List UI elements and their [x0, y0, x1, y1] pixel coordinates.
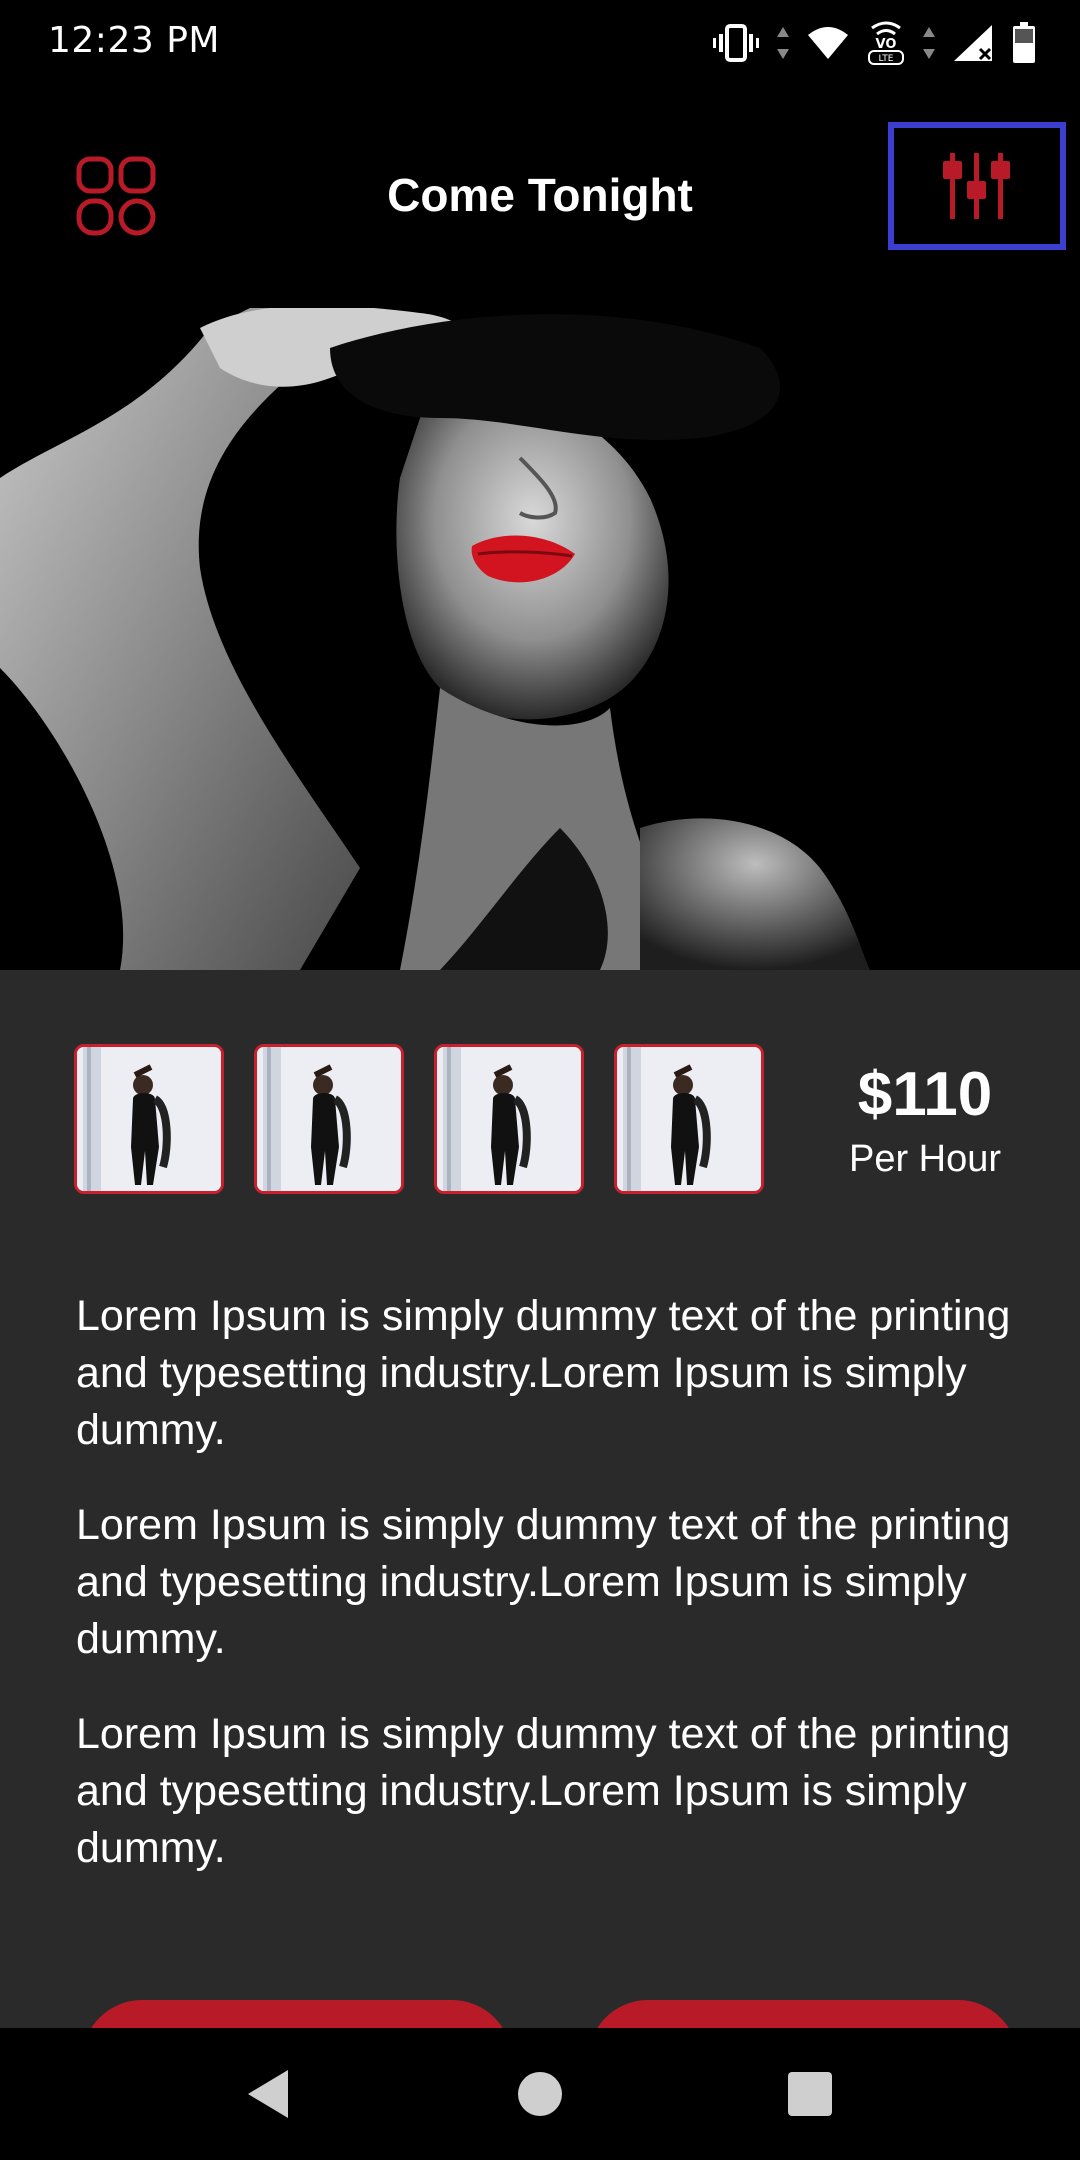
- price-block: $110 Per Hour: [820, 1060, 1030, 1184]
- status-bar: 12:23 PM VO LTE: [0, 0, 1080, 86]
- recents-icon: [788, 2072, 832, 2116]
- price-unit: Per Hour: [848, 1138, 1002, 1180]
- volte-icon: VO LTE: [866, 20, 906, 66]
- hero-image: [0, 308, 1080, 970]
- description-paragraph-1: Lorem Ipsum is simply dummy text of the …: [76, 1292, 1011, 1454]
- thumbnail-gallery: [74, 1044, 764, 1194]
- svg-text:LTE: LTE: [879, 54, 894, 64]
- home-button[interactable]: [516, 2070, 564, 2123]
- signal-icon: [952, 23, 996, 63]
- filter-sliders-icon: [943, 153, 1010, 219]
- app-bar: Come Tonight: [0, 86, 1080, 308]
- description-paragraph-2: Lorem Ipsum is simply dummy text of the …: [76, 1501, 1011, 1663]
- description: Lorem Ipsum is simply dummy text of the …: [76, 1288, 1016, 1915]
- home-icon: [518, 2072, 562, 2116]
- thumbnail-1[interactable]: [74, 1044, 224, 1194]
- recents-button[interactable]: [786, 2070, 834, 2123]
- svg-text:VO: VO: [876, 37, 897, 52]
- thumbnail-4[interactable]: [614, 1044, 764, 1194]
- profile-details: $110 Per Hour Lorem Ipsum is simply dumm…: [0, 970, 1080, 2120]
- status-icons: VO LTE: [712, 14, 1036, 72]
- description-paragraph-3: Lorem Ipsum is simply dummy text of the …: [76, 1710, 1011, 1872]
- thumbnail-3[interactable]: [434, 1044, 584, 1194]
- status-time: 12:23 PM: [48, 20, 220, 61]
- price-amount: $110: [857, 1060, 993, 1129]
- filter-button[interactable]: [888, 122, 1066, 250]
- system-nav-bar: [0, 2028, 1080, 2160]
- battery-icon: [1012, 22, 1036, 64]
- vibrate-icon: [712, 23, 760, 63]
- back-icon: [248, 2070, 288, 2118]
- wifi-icon: [806, 25, 850, 61]
- screen: 12:23 PM VO LTE Come Tonight $110 Per Ho…: [0, 0, 1080, 2160]
- thumbnail-2[interactable]: [254, 1044, 404, 1194]
- back-button[interactable]: [244, 2068, 292, 2125]
- data-arrows-icon: [776, 23, 790, 63]
- data-arrows-icon: [922, 23, 936, 63]
